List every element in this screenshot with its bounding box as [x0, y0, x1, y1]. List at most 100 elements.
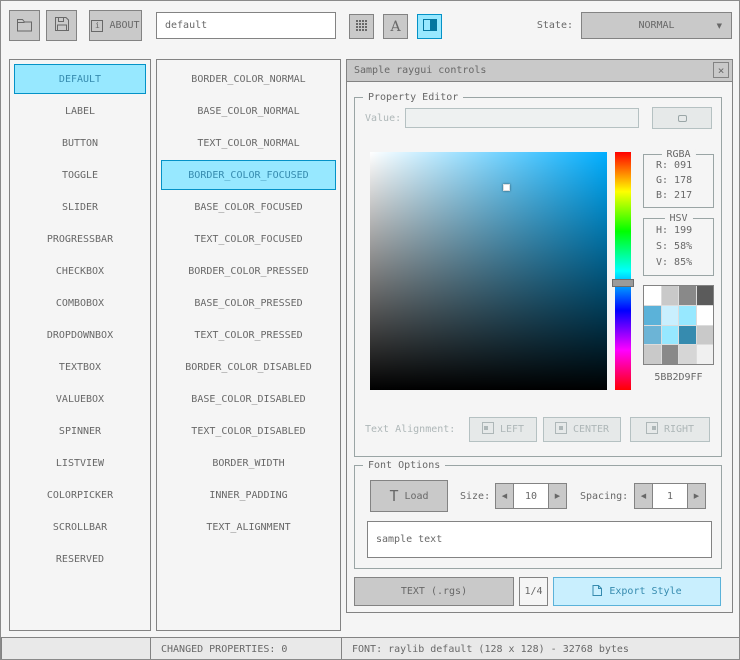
size-spinner: ◀ 10 ▶ [495, 483, 567, 509]
sample-text: sample text [376, 534, 443, 545]
value-apply-button[interactable] [652, 107, 712, 129]
palette-swatch[interactable] [644, 286, 661, 305]
list-item-border_color_focused[interactable]: BORDER_COLOR_FOCUSED [161, 160, 336, 190]
spacing-increase-button[interactable]: ▶ [687, 483, 706, 509]
color-mode-button[interactable] [417, 14, 442, 39]
export-format-button[interactable]: TEXT (.rgs) [354, 577, 514, 606]
list-item-label[interactable]: LABEL [14, 96, 146, 126]
palette-swatch[interactable] [661, 286, 678, 305]
hsv-values: H: 199 S: 58% V: 85% [643, 225, 714, 268]
style-table-button[interactable] [349, 14, 374, 39]
list-item-textbox[interactable]: TEXTBOX [14, 352, 146, 382]
list-item-border_color_normal[interactable]: BORDER_COLOR_NORMAL [161, 64, 336, 94]
palette-swatch[interactable] [679, 286, 696, 305]
palette-swatch[interactable] [696, 345, 713, 364]
right-arrow-icon: ▶ [693, 492, 700, 500]
align-center-button[interactable]: CENTER [543, 417, 621, 442]
list-item-base_color_normal[interactable]: BASE_COLOR_NORMAL [161, 96, 336, 126]
size-label: Size: [460, 490, 491, 502]
value-input[interactable] [405, 108, 639, 128]
font-a-icon: A [390, 18, 401, 35]
list-item-dropdownbox[interactable]: DROPDOWNBOX [14, 320, 146, 350]
load-style-button[interactable] [9, 10, 40, 41]
align-left-label: LEFT [499, 424, 525, 435]
style-name-input[interactable] [156, 12, 336, 39]
list-item-text_alignment[interactable]: TEXT_ALIGNMENT [161, 512, 336, 542]
close-icon[interactable]: × [713, 62, 729, 78]
palette-swatch[interactable] [661, 305, 678, 325]
spacing-value[interactable]: 1 [652, 483, 688, 509]
list-item-border_color_disabled[interactable]: BORDER_COLOR_DISABLED [161, 352, 336, 382]
list-item-text_color_normal[interactable]: TEXT_COLOR_NORMAL [161, 128, 336, 158]
align-left-button[interactable]: LEFT [469, 417, 537, 442]
list-item-default[interactable]: DEFAULT [14, 64, 146, 94]
about-button[interactable]: i ABOUT [89, 10, 142, 41]
controls-list: DEFAULT LABEL BUTTON TOGGLE SLIDER PROGRESSBA… [9, 59, 151, 631]
palette-swatch[interactable] [679, 345, 696, 364]
list-item-scrollbar[interactable]: SCROLLBAR [14, 512, 146, 542]
list-item-toggle[interactable]: TOGGLE [14, 160, 146, 190]
palette-swatch[interactable] [661, 345, 678, 364]
save-style-button[interactable] [46, 10, 77, 41]
palette-swatch[interactable] [644, 325, 661, 345]
status-changed-properties: CHANGED PROPERTIES: 0 [150, 637, 342, 659]
palette-swatch[interactable] [696, 325, 713, 345]
value-label: Value: [365, 112, 402, 124]
font-options-title: Font Options [363, 460, 446, 471]
sample-text-box[interactable]: sample text [367, 521, 712, 558]
info-icon: i [91, 19, 104, 32]
align-right-button[interactable]: RIGHT [630, 417, 710, 442]
export-style-label: Export Style [609, 586, 682, 597]
palette-swatch[interactable] [644, 305, 661, 325]
rguistyler-app: i ABOUT A State: NORMAL ▼ DEFAULTLABELBU… [0, 0, 740, 660]
text-alignment-label: Text Alignment: [365, 424, 456, 435]
page-indicator-button[interactable]: 1/4 [519, 577, 548, 606]
hue-slider-handle[interactable] [612, 279, 634, 287]
list-item-valuebox[interactable]: VALUEBOX [14, 384, 146, 414]
hue-bar[interactable] [612, 152, 634, 390]
list-item-spinner[interactable]: SPINNER [14, 416, 146, 446]
status-font-info: FONT: raylib default (128 x 128) - 32768… [341, 637, 739, 659]
list-item-progressbar[interactable]: PROGRESSBAR [14, 224, 146, 254]
size-decrease-button[interactable]: ◀ [495, 483, 514, 509]
palette-swatch[interactable] [679, 305, 696, 325]
window-titlebar[interactable]: Sample raygui controls × [347, 60, 732, 82]
list-item-border_width[interactable]: BORDER_WIDTH [161, 448, 336, 478]
rgba-g-value: G: 178 [656, 175, 693, 186]
status-left [1, 637, 151, 659]
list-item-border_color_pressed[interactable]: BORDER_COLOR_PRESSED [161, 256, 336, 286]
list-item-button[interactable]: BUTTON [14, 128, 146, 158]
color-picker-panel[interactable] [370, 152, 607, 390]
state-dropdown[interactable]: NORMAL ▼ [581, 12, 732, 39]
list-item-colorpicker[interactable]: COLORPICKER [14, 480, 146, 510]
properties-list: BORDER_COLOR_NORMAL BASE_COLOR_NORMAL TEXT… [156, 59, 341, 631]
palette-swatch[interactable] [679, 325, 696, 345]
list-item-text_color_focused[interactable]: TEXT_COLOR_FOCUSED [161, 224, 336, 254]
list-item-base_color_focused[interactable]: BASE_COLOR_FOCUSED [161, 192, 336, 222]
size-value[interactable]: 10 [513, 483, 549, 509]
list-item-checkbox[interactable]: CHECKBOX [14, 256, 146, 286]
export-style-button[interactable]: Export Style [553, 577, 721, 606]
list-item-text_color_pressed[interactable]: TEXT_COLOR_PRESSED [161, 320, 336, 350]
spacing-decrease-button[interactable]: ◀ [634, 483, 653, 509]
list-item-base_color_pressed[interactable]: BASE_COLOR_PRESSED [161, 288, 336, 318]
hsv-v-value: V: 85% [656, 257, 693, 268]
font-load-button[interactable]: T Load [370, 480, 448, 512]
list-item-inner_padding[interactable]: INNER_PADDING [161, 480, 336, 510]
palette-swatch[interactable] [644, 345, 661, 364]
font-atlas-button[interactable]: A [383, 14, 408, 39]
list-item-listview[interactable]: LISTVIEW [14, 448, 146, 478]
list-item-text_color_disabled[interactable]: TEXT_COLOR_DISABLED [161, 416, 336, 446]
rgba-title: RGBA [661, 149, 696, 160]
list-item-slider[interactable]: SLIDER [14, 192, 146, 222]
palette-swatch[interactable] [696, 305, 713, 325]
list-item-combobox[interactable]: COMBOBOX [14, 288, 146, 318]
palette-swatch[interactable] [661, 325, 678, 345]
palette-swatch[interactable] [696, 286, 713, 305]
size-increase-button[interactable]: ▶ [548, 483, 567, 509]
hex-color-value: 5BB2D9FF [654, 372, 703, 383]
list-item-base_color_disabled[interactable]: BASE_COLOR_DISABLED [161, 384, 336, 414]
list-item-reserved[interactable]: RESERVED [14, 544, 146, 574]
chevron-down-icon: ▼ [716, 21, 722, 30]
hsv-s-value: S: 58% [656, 241, 693, 252]
